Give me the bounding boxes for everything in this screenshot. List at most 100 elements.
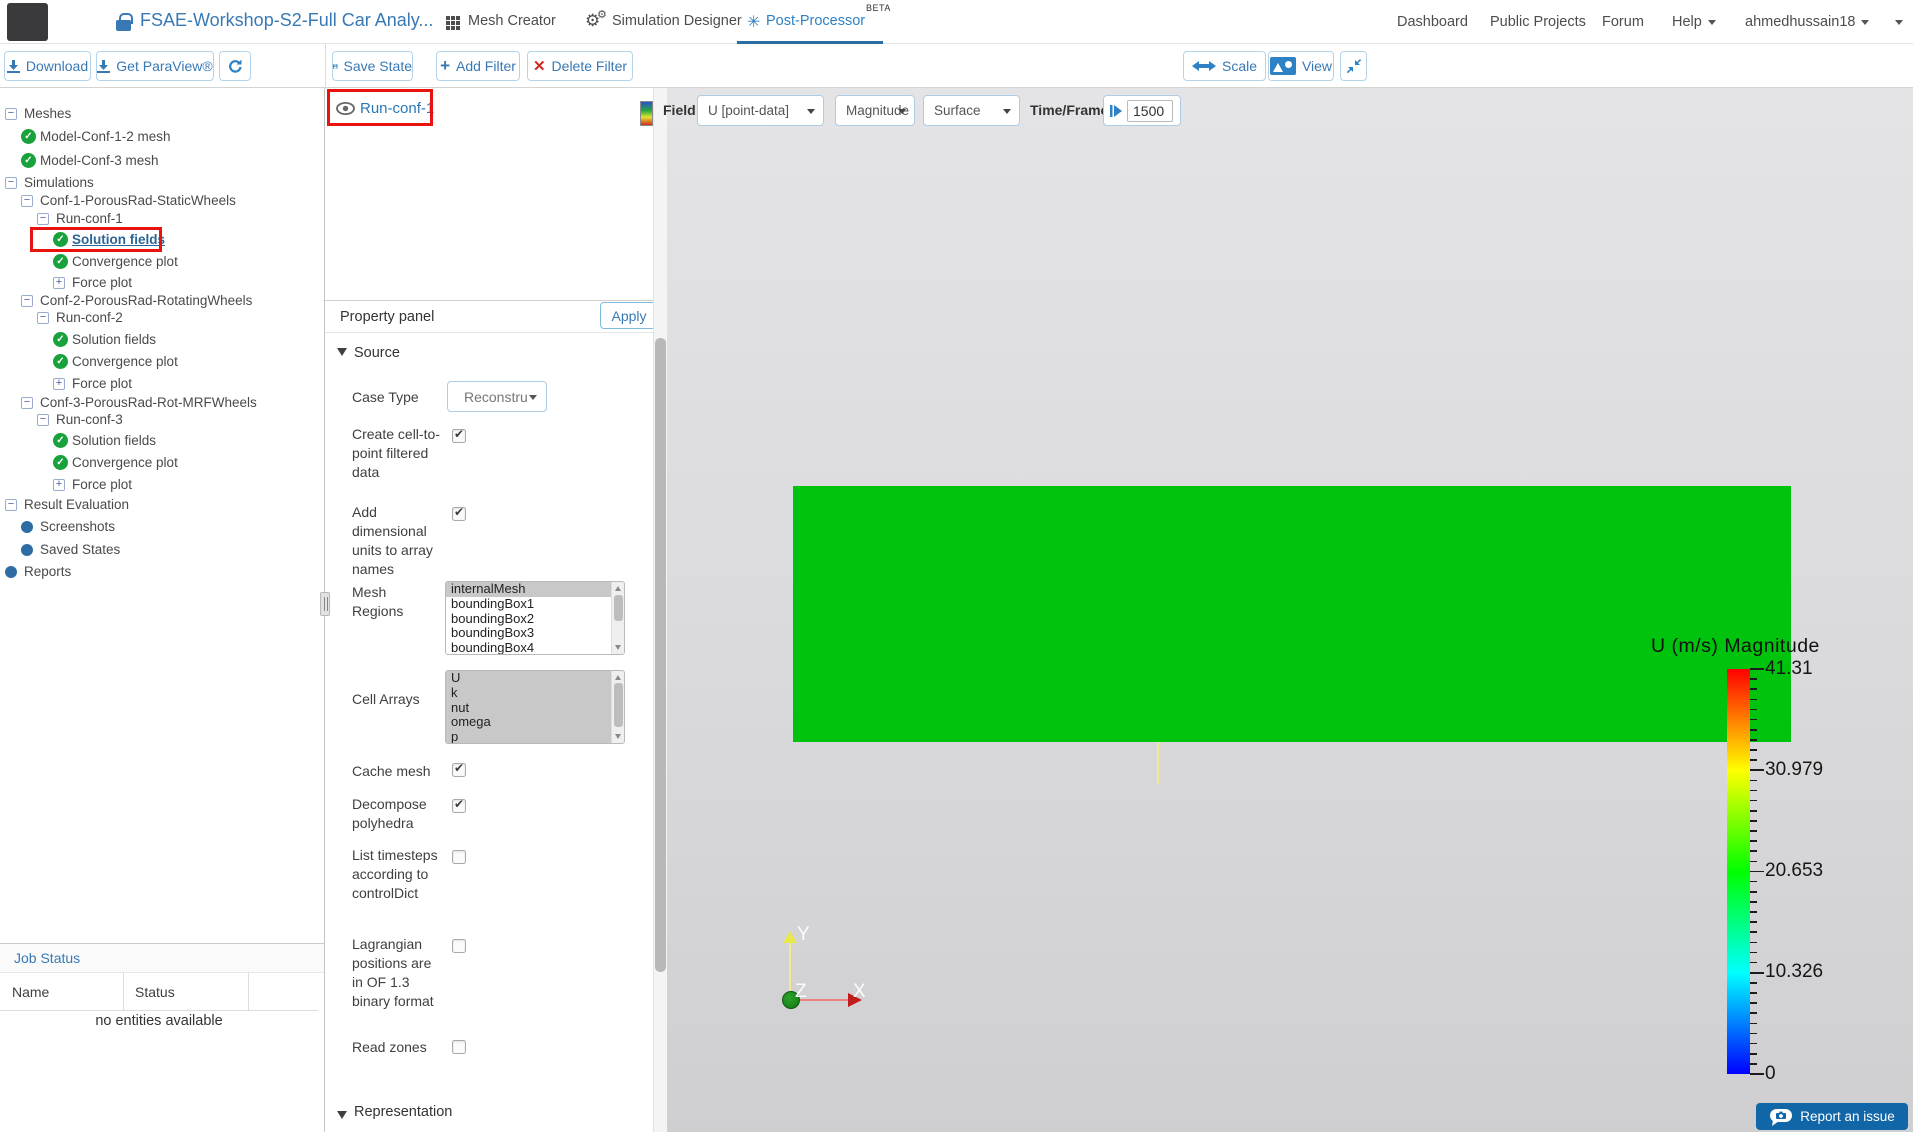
tree-item-run-conf-2[interactable]: − Run-conf-2 (0, 307, 324, 329)
cell-arrays-listbox[interactable]: U k nut omega p (445, 670, 625, 744)
collapse-icon[interactable]: − (37, 414, 49, 426)
decompose-checkbox[interactable]: ✔ (452, 797, 466, 813)
collapse-icon[interactable]: − (5, 499, 17, 511)
collapse-icon[interactable]: − (5, 177, 17, 189)
scroll-down-icon[interactable] (615, 645, 621, 650)
list-item[interactable]: nut (446, 700, 624, 716)
nav-link-forum[interactable]: Forum (1602, 14, 1644, 30)
tree-item-solution-fields-2[interactable]: ✓ Solution fields (0, 329, 324, 351)
colormap-icon[interactable] (640, 101, 653, 126)
chevron-down-icon (1895, 19, 1903, 25)
get-paraview-button[interactable]: Get ParaView® (96, 51, 214, 81)
lagrangian-checkbox[interactable] (452, 939, 466, 953)
read-zones-checkbox[interactable] (452, 1040, 466, 1054)
collapse-icon[interactable]: − (37, 312, 49, 324)
panel-scrollbar-thumb[interactable] (654, 338, 666, 972)
expand-icon[interactable]: + (53, 277, 65, 289)
section-collapse-icon[interactable] (337, 1111, 347, 1119)
scale-arrows-icon (1191, 61, 1216, 71)
check-icon: ✔ (454, 427, 465, 441)
collapse-icon[interactable]: − (5, 108, 17, 120)
play-to-end-icon[interactable] (1109, 104, 1123, 118)
tree-item-screenshots[interactable]: Screenshots (0, 516, 324, 538)
panel-resize-handle[interactable] (320, 592, 330, 616)
list-timesteps-label: List timesteps according to controlDict (352, 847, 438, 901)
tree-item-convergence-plot-1[interactable]: ✓ Convergence plot (0, 251, 324, 273)
case-type-select[interactable]: Reconstru (447, 381, 547, 412)
expand-icon[interactable]: + (53, 378, 65, 390)
nav-menu-user[interactable]: ahmedhussain18 (1745, 14, 1870, 30)
create-cell-checkbox[interactable]: ✔ (452, 427, 466, 443)
legend-colorbar[interactable] (1727, 669, 1750, 1074)
list-item[interactable]: boundingBox3 (446, 626, 624, 641)
save-state-button[interactable]: Save State (332, 51, 413, 81)
scale-button[interactable]: Scale (1183, 51, 1266, 81)
component-select[interactable]: Magnitude (835, 95, 915, 126)
tree-item-mesh-1[interactable]: ✓ Model-Conf-1-2 mesh (0, 126, 324, 148)
tab-mesh-creator[interactable]: Mesh Creator (468, 13, 556, 29)
tree-item-reports[interactable]: Reports (0, 561, 324, 583)
delete-filter-button[interactable]: ✕ Delete Filter (527, 51, 633, 81)
add-units-checkbox[interactable]: ✔ (452, 505, 466, 521)
tree-item-solution-fields-3[interactable]: ✓ Solution fields (0, 430, 324, 452)
time-frame-input[interactable] (1127, 99, 1173, 122)
delete-filter-label: Delete Filter (551, 58, 628, 74)
tree-item-force-plot-3[interactable]: + Force plot (0, 474, 324, 496)
tree-item-result-evaluation[interactable]: − Result Evaluation (0, 494, 324, 516)
nav-link-dashboard[interactable]: Dashboard (1397, 14, 1468, 30)
tree-item-saved-states[interactable]: Saved States (0, 539, 324, 561)
list-timesteps-checkbox[interactable] (452, 850, 466, 864)
source-section-header[interactable]: Source (354, 345, 400, 361)
list-item[interactable]: boundingBox1 (446, 596, 624, 612)
fit-view-button[interactable] (1340, 51, 1367, 81)
simscale-logo-icon[interactable] (7, 3, 48, 41)
collapse-icon[interactable]: − (21, 295, 33, 307)
representation-section-header[interactable]: Representation (354, 1104, 452, 1120)
scroll-up-icon[interactable] (615, 675, 621, 680)
refresh-button[interactable] (219, 51, 251, 81)
render-viewport[interactable]: Y Z X U (m/s) Magnitude 41.31 30.979 20.… (667, 88, 1913, 1132)
project-title[interactable]: FSAE-Workshop-S2-Full Car Analy... (140, 10, 433, 31)
tab-post-processor[interactable]: Post-Processor (766, 13, 865, 29)
nav-link-public-projects[interactable]: Public Projects (1490, 14, 1586, 30)
scroll-down-icon[interactable] (615, 734, 621, 739)
list-item[interactable]: internalMesh (446, 582, 624, 597)
list-item[interactable]: boundingBox4 (446, 640, 624, 654)
field-select[interactable]: U [point-data] (697, 95, 824, 126)
view-button[interactable]: View (1268, 51, 1334, 81)
list-item[interactable]: k (446, 685, 624, 701)
tree-item-convergence-plot-2[interactable]: ✓ Convergence plot (0, 351, 324, 373)
scrollbar-thumb[interactable] (613, 595, 623, 621)
representation-select[interactable]: Surface (923, 95, 1020, 126)
section-collapse-icon[interactable] (337, 348, 347, 356)
list-item[interactable]: omega (446, 715, 624, 731)
tree-item-mesh-2[interactable]: ✓ Model-Conf-3 mesh (0, 150, 324, 172)
list-item[interactable]: p (446, 729, 624, 743)
nav-menu-more[interactable] (1889, 14, 1903, 30)
scrollbar-thumb[interactable] (613, 683, 623, 727)
listbox-scrollbar[interactable] (611, 671, 624, 743)
mesh-regions-listbox[interactable]: internalMesh boundingBox1 boundingBox2 b… (445, 581, 625, 655)
listbox-scrollbar[interactable] (611, 582, 624, 654)
collapse-icon[interactable]: − (21, 195, 33, 207)
create-cell-label: Create cell-to-point filtered data (352, 426, 440, 480)
tab-simulation-designer[interactable]: Simulation Designer (612, 13, 742, 29)
check-icon: ✔ (454, 797, 465, 811)
nav-menu-help[interactable]: Help (1672, 14, 1716, 30)
list-item[interactable]: boundingBox2 (446, 611, 624, 627)
list-item[interactable]: U (446, 671, 624, 686)
tree-item-run-conf-3[interactable]: − Run-conf-3 (0, 409, 324, 431)
tree-item-meshes[interactable]: − Meshes (0, 103, 324, 125)
report-issue-button[interactable]: Report an issue (1756, 1103, 1908, 1130)
lagrangian-label: Lagrangian positions are in OF 1.3 binar… (352, 936, 434, 1009)
collapse-icon[interactable]: − (37, 213, 49, 225)
tree-item-convergence-plot-3[interactable]: ✓ Convergence plot (0, 452, 324, 474)
cache-mesh-checkbox[interactable]: ✔ (452, 761, 466, 777)
download-button[interactable]: Download (4, 51, 91, 81)
add-filter-button[interactable]: + Add Filter (436, 51, 520, 81)
expand-icon[interactable]: + (53, 479, 65, 491)
apply-button[interactable]: Apply (600, 302, 658, 329)
scroll-up-icon[interactable] (615, 586, 621, 591)
result-surface-green[interactable] (793, 486, 1791, 742)
collapse-icon[interactable]: − (21, 397, 33, 409)
